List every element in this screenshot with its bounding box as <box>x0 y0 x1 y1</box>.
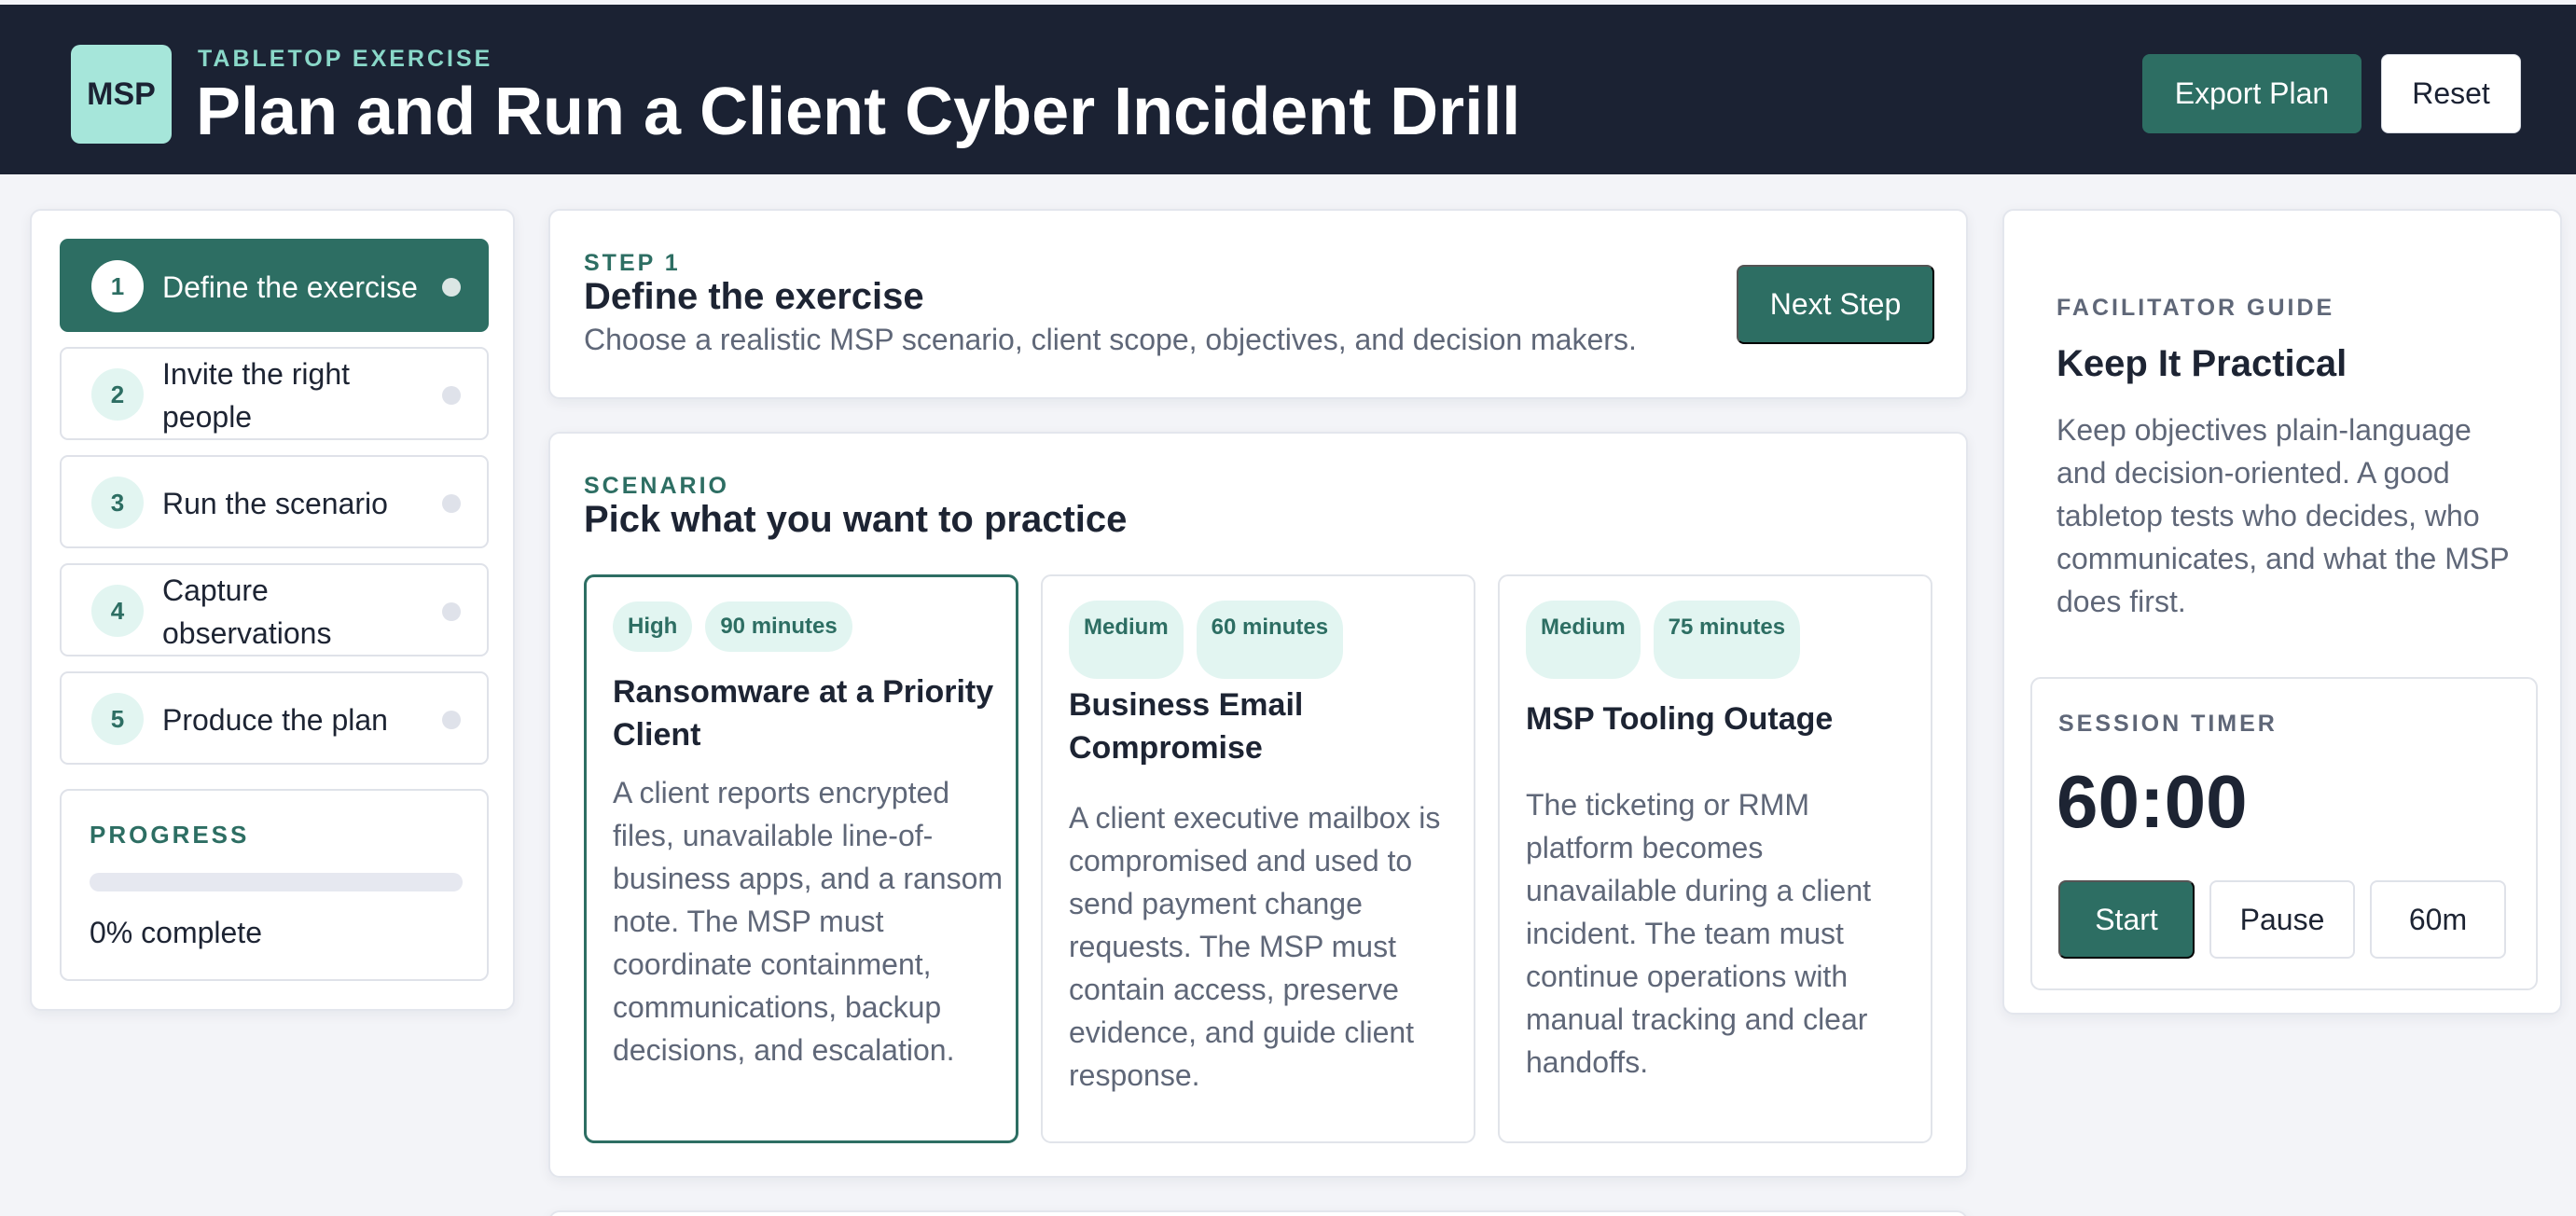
step-status-dot <box>442 494 461 513</box>
severity-badge: High <box>613 601 693 652</box>
scenario-option-description: A client executive mailbox is compromise… <box>1069 801 1441 1092</box>
scenario-option-title: Business Email Compromise <box>1069 687 1304 766</box>
step-status-dot <box>442 386 461 405</box>
scenario-option-bec[interactable]: Medium 60 minutes Business Email Comprom… <box>1041 574 1475 1143</box>
step-status-dot <box>442 602 461 621</box>
progress-title: PROGRESS <box>90 821 250 849</box>
step-eyebrow: STEP 1 <box>584 250 681 276</box>
next-section-card <box>548 1210 1968 1216</box>
guide-text: Keep objectives plain-language and decis… <box>2057 413 2509 618</box>
severity-badge: Medium <box>1526 601 1641 679</box>
progress-box: PROGRESS 0% complete <box>60 789 489 981</box>
step-number-badge: 5 <box>91 693 144 745</box>
step-number-badge: 1 <box>91 260 144 312</box>
step-header-card: STEP 1 Define the exercise Choose a real… <box>548 209 1968 399</box>
next-step-button[interactable]: Next Step <box>1737 265 1934 344</box>
step-item-define[interactable]: 1 Define the exercise <box>60 239 489 332</box>
timer-display: 60:00 <box>2057 760 2248 843</box>
export-plan-button[interactable]: Export Plan <box>2142 54 2361 133</box>
step-status-dot <box>442 711 461 729</box>
scenario-option-description: A client reports encrypted files, unavai… <box>613 776 1004 1067</box>
scenario-option-description: The ticketing or RMM platform becomes un… <box>1526 788 1872 1079</box>
msp-logo: MSP <box>71 45 172 144</box>
step-item-capture[interactable]: 4 Capture observations <box>60 563 489 656</box>
facilitator-guide-panel: FACILITATOR GUIDE Keep It Practical Keep… <box>2002 209 2562 1015</box>
scenario-option-title: MSP Tooling Outage <box>1526 701 1834 737</box>
step-subtitle: Choose a realistic MSP scenario, client … <box>584 323 1637 356</box>
step-label: Capture observations <box>162 573 332 650</box>
reset-button[interactable]: Reset <box>2381 54 2521 133</box>
timer-eyebrow: SESSION TIMER <box>2058 711 2278 737</box>
step-label: Define the exercise <box>162 270 418 304</box>
steps-panel: 1 Define the exercise 2 Invite the right… <box>30 209 515 1011</box>
step-item-produce[interactable]: 5 Produce the plan <box>60 671 489 765</box>
scenario-card: SCENARIO Pick what you want to practice … <box>548 432 1968 1178</box>
scenario-option-ransomware[interactable]: High 90 minutes Ransomware at a Priority… <box>584 574 1018 1143</box>
scenario-option-title: Ransomware at a Priority Client <box>613 674 994 753</box>
session-timer: SESSION TIMER 60:00 Start Pause 60m <box>2030 677 2538 990</box>
guide-title: Keep It Practical <box>2057 343 2347 384</box>
step-item-invite[interactable]: 2 Invite the right people <box>60 347 489 440</box>
timer-start-button[interactable]: Start <box>2058 880 2195 959</box>
step-title: Define the exercise <box>584 276 924 317</box>
step-status-dot <box>442 278 461 297</box>
step-number-badge: 2 <box>91 368 144 421</box>
page-title: Plan and Run a Client Cyber Incident Dri… <box>196 75 1521 149</box>
duration-badge: 90 minutes <box>705 601 852 652</box>
step-number-badge: 3 <box>91 477 144 529</box>
duration-badge: 75 minutes <box>1653 601 1801 679</box>
timer-duration-button[interactable]: 60m <box>2370 880 2506 959</box>
step-label: Produce the plan <box>162 703 388 737</box>
step-item-run[interactable]: 3 Run the scenario <box>60 455 489 548</box>
scenario-option-tooling-outage[interactable]: Medium 75 minutes MSP Tooling Outage The… <box>1498 574 1932 1143</box>
scenario-eyebrow: SCENARIO <box>584 473 729 499</box>
guide-eyebrow: FACILITATOR GUIDE <box>2057 295 2335 321</box>
progress-bar <box>90 873 463 891</box>
timer-pause-button[interactable]: Pause <box>2209 880 2355 959</box>
scenario-title: Pick what you want to practice <box>584 499 1128 540</box>
header-eyebrow: TABLETOP EXERCISE <box>198 46 493 72</box>
progress-text: 0% complete <box>90 916 262 949</box>
severity-badge: Medium <box>1069 601 1184 679</box>
duration-badge: 60 minutes <box>1196 601 1344 679</box>
step-number-badge: 4 <box>91 585 144 637</box>
step-label: Run the scenario <box>162 487 388 520</box>
top-bar: MSP TABLETOP EXERCISE Plan and Run a Cli… <box>0 5 2576 174</box>
step-label: Invite the right people <box>162 357 350 434</box>
